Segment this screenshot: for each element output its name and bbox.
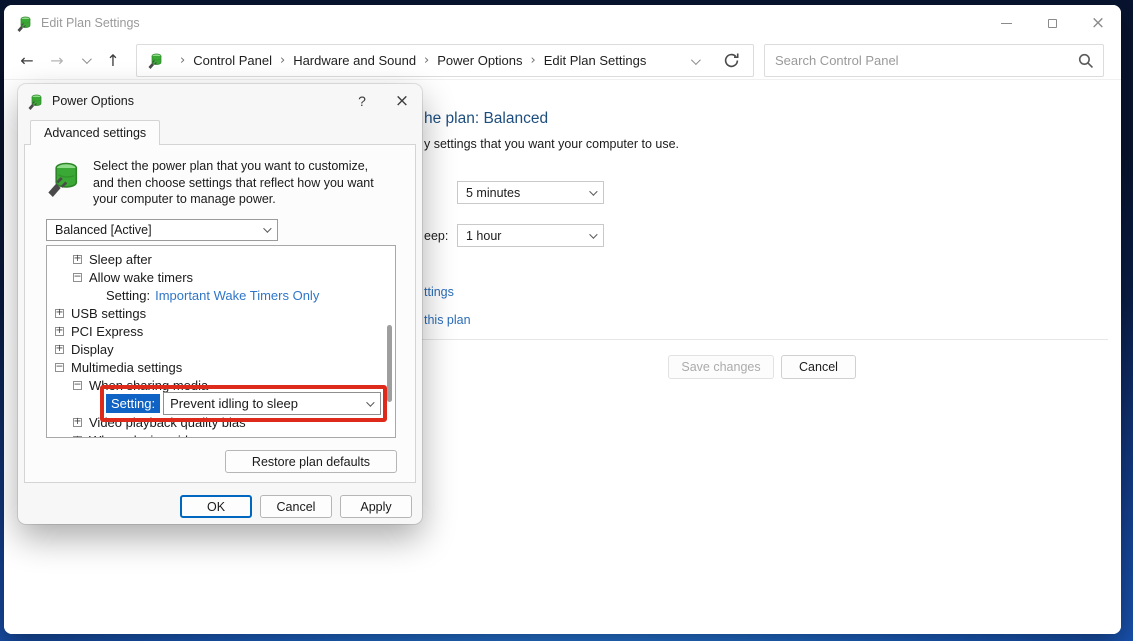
chevron-down-icon <box>366 398 374 406</box>
tree-row-multimedia-settings[interactable]: − Multimedia settings <box>47 358 395 376</box>
search-icon[interactable] <box>1078 53 1093 68</box>
dialog-titlebar: Power Options ? × <box>18 84 422 118</box>
expand-icon[interactable]: + <box>73 436 82 439</box>
search-input[interactable] <box>775 53 1078 68</box>
chevron-down-icon <box>691 55 701 65</box>
advanced-settings-tree: + Sleep after − Allow wake timers Settin… <box>46 245 396 438</box>
tree-row-usb-settings[interactable]: + USB settings <box>47 304 395 322</box>
tree-row-display[interactable]: + Display <box>47 340 395 358</box>
tree-row-label: PCI Express <box>71 324 143 339</box>
refresh-button[interactable] <box>724 53 739 68</box>
minimize-icon <box>1001 23 1012 24</box>
breadcrumb-item-power-options[interactable]: Power Options <box>437 53 522 68</box>
expand-icon[interactable]: + <box>73 255 82 264</box>
dialog-close-button[interactable]: × <box>382 84 422 118</box>
window-title: Edit Plan Settings <box>41 16 140 30</box>
change-advanced-power-settings-link[interactable]: ttings <box>424 285 454 299</box>
tree-scrollbar-thumb[interactable] <box>387 325 392 402</box>
delete-this-plan-link[interactable]: this plan <box>424 313 471 327</box>
close-button[interactable]: × <box>1075 5 1121 41</box>
red-highlight-annotation: Setting: Prevent idling to sleep <box>100 385 387 422</box>
dropdown-value: 5 minutes <box>466 186 520 200</box>
setting-value-combobox[interactable]: Prevent idling to sleep <box>163 392 381 415</box>
setting-label-selected: Setting: <box>106 394 160 413</box>
breadcrumb-item-edit-plan-settings[interactable]: Edit Plan Settings <box>544 53 647 68</box>
breadcrumb-item-control-panel[interactable]: Control Panel <box>193 53 272 68</box>
power-plan-selector-value: Balanced [Active] <box>55 223 152 237</box>
expand-icon[interactable]: + <box>55 345 64 354</box>
tree-row-wake-timers-setting[interactable]: Setting: Important Wake Timers Only <box>47 286 395 304</box>
up-button[interactable]: ↑ <box>98 51 128 70</box>
breadcrumb-separator: › <box>424 53 429 68</box>
chevron-down-icon <box>81 54 91 64</box>
power-options-app-icon <box>16 15 33 32</box>
tree-row-when-playing-video[interactable]: + When playing video <box>47 431 395 438</box>
restore-plan-defaults-button[interactable]: Restore plan defaults <box>225 450 397 473</box>
setting-value-link[interactable]: Important Wake Timers Only <box>155 288 319 303</box>
power-plan-icon <box>45 157 83 199</box>
maximize-button[interactable] <box>1029 5 1075 41</box>
search-box <box>764 44 1104 77</box>
address-dropdown-button[interactable] <box>691 53 698 68</box>
caption-buttons: × <box>983 5 1121 41</box>
dropdown-value: 1 hour <box>466 229 501 243</box>
setting-label: Setting: <box>106 288 150 303</box>
apply-button[interactable]: Apply <box>340 495 412 518</box>
tab-advanced-settings[interactable]: Advanced settings <box>30 120 160 145</box>
setting-value: Prevent idling to sleep <box>170 396 298 411</box>
ok-button[interactable]: OK <box>180 495 252 518</box>
breadcrumb-item-hardware-and-sound[interactable]: Hardware and Sound <box>293 53 416 68</box>
forward-button[interactable]: → <box>42 51 72 70</box>
advanced-settings-tab-page: Select the power plan that you want to c… <box>24 144 416 483</box>
page-subtitle: y settings that you want your computer t… <box>424 137 679 151</box>
chevron-down-icon <box>589 187 597 195</box>
tree-row-label: Display <box>71 342 114 357</box>
dialog-power-icon <box>27 93 44 110</box>
tree-row-label: Multimedia settings <box>71 360 182 375</box>
tree-row-label: Sleep after <box>89 252 152 267</box>
breadcrumb-location-icon <box>147 52 164 69</box>
expand-icon[interactable]: + <box>55 309 64 318</box>
chevron-down-icon <box>263 224 271 232</box>
power-options-dialog: Power Options ? × Advanced settings Sele… <box>18 84 422 524</box>
dialog-help-button[interactable]: ? <box>342 84 382 118</box>
collapse-icon[interactable]: − <box>55 363 64 372</box>
dialog-title: Power Options <box>52 94 134 108</box>
chevron-down-icon <box>589 230 597 238</box>
close-icon: × <box>1091 15 1105 32</box>
breadcrumb-separator: › <box>180 53 185 68</box>
tree-row-label: When playing video <box>89 433 202 439</box>
breadcrumb: › Control Panel › Hardware and Sound › P… <box>136 44 754 77</box>
save-changes-button[interactable]: Save changes <box>668 355 774 379</box>
maximize-icon <box>1048 19 1057 28</box>
sleep-label: eep: <box>424 229 448 243</box>
turn-off-display-dropdown[interactable]: 5 minutes <box>457 181 604 204</box>
recent-locations-button[interactable] <box>72 57 98 64</box>
page-heading: he plan: Balanced <box>424 110 548 128</box>
expand-icon[interactable]: + <box>73 418 82 427</box>
navigation-bar: ← → ↑ › Control Panel › Hardware and Sou… <box>4 41 1121 80</box>
tree-row-label: Allow wake timers <box>89 270 193 285</box>
tree-row-label: USB settings <box>71 306 146 321</box>
breadcrumb-separator: › <box>280 53 285 68</box>
page-cancel-button[interactable]: Cancel <box>781 355 856 379</box>
tree-row-pci-express[interactable]: + PCI Express <box>47 322 395 340</box>
expand-icon[interactable]: + <box>55 327 64 336</box>
dialog-cancel-button[interactable]: Cancel <box>260 495 332 518</box>
power-plan-selector[interactable]: Balanced [Active] <box>46 219 278 241</box>
window-titlebar: Edit Plan Settings × <box>4 5 1121 41</box>
collapse-icon[interactable]: − <box>73 273 82 282</box>
minimize-button[interactable] <box>983 5 1029 41</box>
tree-row-sleep-after[interactable]: + Sleep after <box>47 250 395 268</box>
content-divider <box>422 339 1108 340</box>
put-computer-to-sleep-dropdown[interactable]: 1 hour <box>457 224 604 247</box>
collapse-icon[interactable]: − <box>73 381 82 390</box>
dialog-description: Select the power plan that you want to c… <box>93 158 391 208</box>
tree-row-allow-wake-timers[interactable]: − Allow wake timers <box>47 268 395 286</box>
back-button[interactable]: ← <box>12 51 42 70</box>
breadcrumb-separator: › <box>531 53 536 68</box>
